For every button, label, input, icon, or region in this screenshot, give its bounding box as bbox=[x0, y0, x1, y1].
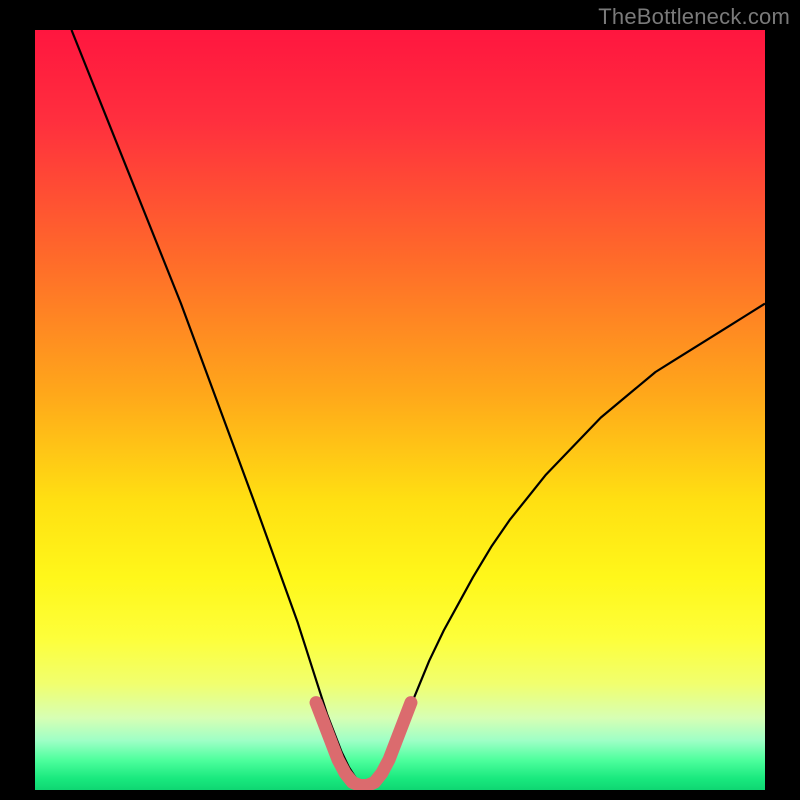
watermark-text: TheBottleneck.com bbox=[598, 4, 790, 30]
plot-area bbox=[35, 30, 765, 790]
bottleneck-chart bbox=[35, 30, 765, 790]
chart-frame: TheBottleneck.com bbox=[0, 0, 800, 800]
gradient-background bbox=[35, 30, 765, 790]
